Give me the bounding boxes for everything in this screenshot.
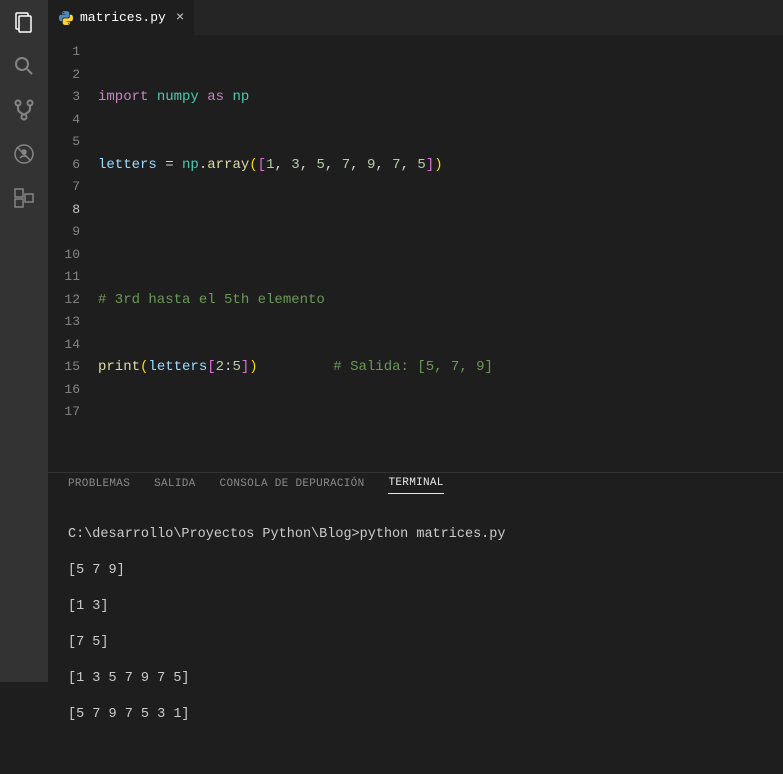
terminal-line: [5 7 9] <box>68 562 763 580</box>
panel-tab-terminal[interactable]: TERMINAL <box>388 473 443 494</box>
tab-bar: matrices.py × <box>48 0 783 35</box>
terminal-line: [5 7 9 7 5 3 1] <box>68 706 763 724</box>
terminal-line: [1 3] <box>68 598 763 616</box>
close-icon[interactable]: × <box>176 10 184 26</box>
panel-tab-debug-console[interactable]: CONSOLA DE DEPURACIÓN <box>220 474 365 494</box>
extensions-icon[interactable] <box>12 186 36 210</box>
panel-tab-output[interactable]: SALIDA <box>154 474 195 494</box>
editor-area[interactable]: 1 2 3 4 5 6 7 8 9 10 11 12 13 14 15 16 1… <box>48 35 783 472</box>
panel-tab-bar: PROBLEMAS SALIDA CONSOLA DE DEPURACIÓN T… <box>48 473 783 494</box>
tab-matrices[interactable]: matrices.py × <box>48 0 195 35</box>
activity-bar <box>0 0 48 682</box>
terminal-line: C:\desarrollo\Proyectos Python\Blog>pyth… <box>68 526 763 544</box>
panel-tab-problems[interactable]: PROBLEMAS <box>68 474 130 494</box>
terminal-line: [7 5] <box>68 634 763 652</box>
python-file-icon <box>58 10 74 26</box>
main-area: matrices.py × 1 2 3 4 5 6 7 8 9 10 11 12… <box>48 0 783 682</box>
line-number-gutter: 1 2 3 4 5 6 7 8 9 10 11 12 13 14 15 16 1… <box>48 35 98 472</box>
explorer-icon[interactable] <box>12 10 36 34</box>
bottom-panel: PROBLEMAS SALIDA CONSOLA DE DEPURACIÓN T… <box>48 472 783 682</box>
code-content[interactable]: import numpy as np letters = np.array([1… <box>98 35 783 472</box>
tab-filename: matrices.py <box>80 10 166 25</box>
debug-icon[interactable] <box>12 142 36 166</box>
terminal-line: [1 3 5 7 9 7 5] <box>68 670 763 688</box>
source-control-icon[interactable] <box>12 98 36 122</box>
search-icon[interactable] <box>12 54 36 78</box>
terminal-output[interactable]: C:\desarrollo\Proyectos Python\Blog>pyth… <box>48 494 783 774</box>
